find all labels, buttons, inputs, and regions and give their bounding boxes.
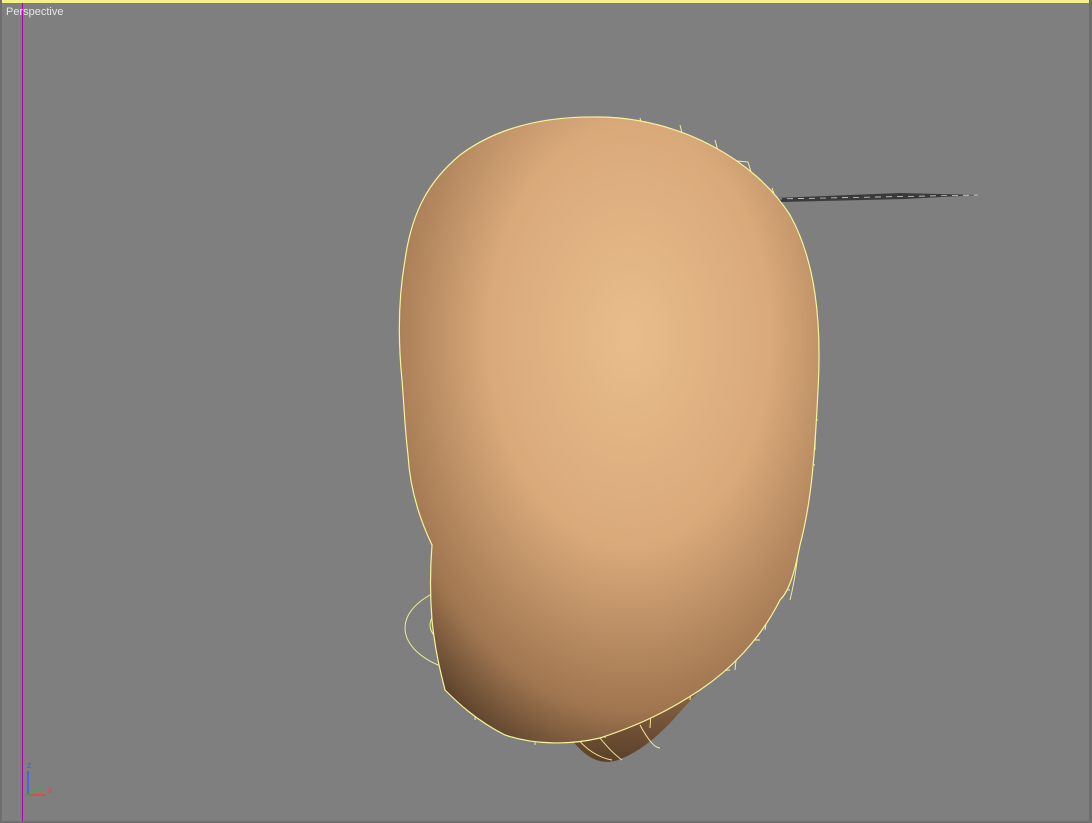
axis-y-label: y	[38, 782, 43, 792]
viewport-label[interactable]: Perspective	[6, 5, 63, 19]
axis-tripod: z y x	[22, 755, 62, 805]
perspective-viewport[interactable]: Perspective z y x	[0, 0, 1092, 823]
ground-plane-sliver	[776, 193, 978, 202]
axis-x-label: x	[48, 785, 53, 795]
axis-z-label: z	[27, 760, 32, 770]
head-model-mesh[interactable]	[0, 0, 1092, 823]
